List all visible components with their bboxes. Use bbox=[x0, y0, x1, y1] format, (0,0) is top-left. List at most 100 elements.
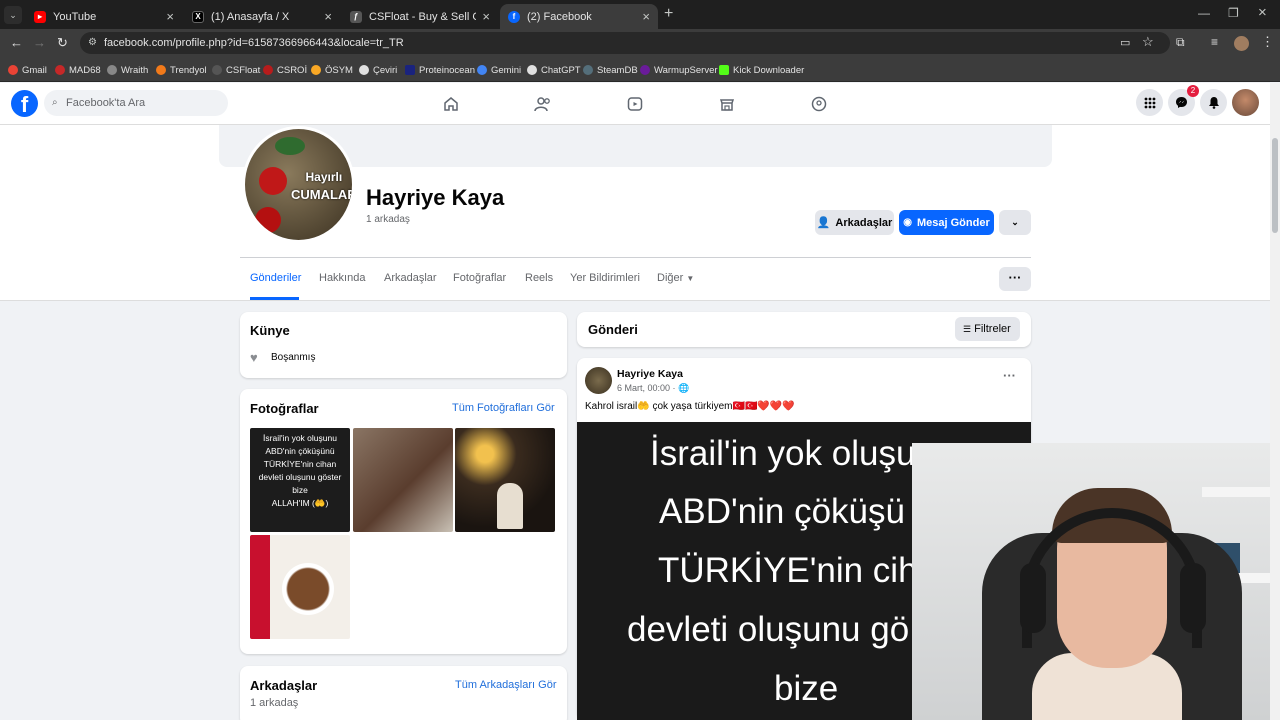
scrollbar-thumb[interactable] bbox=[1272, 138, 1278, 233]
marketplace-icon[interactable] bbox=[718, 95, 736, 113]
bookmark-gmail[interactable]: Gmail bbox=[8, 58, 47, 82]
bookmark-label: Gmail bbox=[22, 64, 47, 76]
profile-avatar-icon[interactable] bbox=[1234, 36, 1249, 51]
bookmark-chatgpt[interactable]: ChatGPT bbox=[527, 58, 581, 82]
reload-icon[interactable]: ↻ bbox=[57, 35, 68, 51]
see-all-friends-link[interactable]: Tüm Arkadaşları Gör bbox=[455, 679, 556, 691]
coffee-cup bbox=[282, 563, 334, 615]
post-author-avatar[interactable] bbox=[585, 367, 612, 394]
facebook-top-nav: f ⌕ Facebook'ta Ara 2 bbox=[0, 83, 1270, 125]
install-app-icon[interactable]: ▭ bbox=[1120, 36, 1130, 49]
caret-down-icon: ▼ bbox=[686, 274, 695, 283]
bookmark-mad68[interactable]: MAD68 bbox=[55, 58, 101, 82]
bookmark-trendyol[interactable]: Trendyol bbox=[156, 58, 207, 82]
tab-x[interactable]: X (1) Anasayfa / X × bbox=[184, 4, 340, 29]
chevron-down-icon: ⌄ bbox=[1011, 217, 1019, 227]
shelf-decoration bbox=[1202, 487, 1280, 497]
tab-posts[interactable]: Gönderiler bbox=[250, 272, 301, 284]
send-message-button[interactable]: ◉ Mesaj Gönder bbox=[899, 210, 994, 235]
bookmark-warmupserver[interactable]: WarmupServer bbox=[640, 58, 718, 82]
home-icon[interactable] bbox=[442, 95, 460, 113]
profile-more-button[interactable]: ··· bbox=[999, 267, 1031, 291]
bookmark-gemini[interactable]: Gemini bbox=[477, 58, 521, 82]
more-options-button[interactable]: ⌄ bbox=[999, 210, 1031, 235]
wraith-icon bbox=[107, 65, 117, 75]
menu-icon[interactable]: ⋮ bbox=[1261, 34, 1274, 50]
friends-icon[interactable] bbox=[534, 95, 552, 113]
tab-check-ins[interactable]: Yer Bildirimleri bbox=[570, 272, 640, 284]
leaf-decoration bbox=[275, 137, 305, 155]
profile-header: Hayırlı CUMALAR Hayriye Kaya 1 arkadaş 👤… bbox=[0, 125, 1270, 301]
facebook-logo-icon[interactable]: f bbox=[11, 90, 38, 117]
close-icon[interactable]: × bbox=[482, 9, 490, 24]
maximize-button[interactable]: ❐ bbox=[1228, 6, 1239, 20]
bookmark-kick-downloader[interactable]: Kick Downloader bbox=[719, 58, 804, 82]
extensions-icon[interactable]: ⧉ bbox=[1176, 35, 1185, 50]
page-scrollbar[interactable] bbox=[1270, 83, 1280, 720]
tab-search-button[interactable]: ⌄ bbox=[4, 6, 22, 24]
tab-youtube[interactable]: ▸ YouTube × bbox=[26, 4, 182, 29]
photos-card: Fotoğraflar Tüm Fotoğrafları Gör İsrail'… bbox=[240, 389, 567, 654]
bookmark-label: WarmupServer bbox=[654, 64, 718, 76]
bookmark-wraith[interactable]: Wraith bbox=[107, 58, 148, 82]
facebook-search-input[interactable]: ⌕ Facebook'ta Ara bbox=[44, 90, 228, 116]
url-field[interactable]: ⚙ facebook.com/profile.php?id=6158736696… bbox=[80, 32, 1170, 54]
site-info-icon[interactable]: ⚙ bbox=[88, 32, 97, 54]
close-icon[interactable]: × bbox=[324, 9, 332, 24]
figure-silhouette bbox=[497, 483, 523, 529]
post-author-name[interactable]: Hayriye Kaya bbox=[617, 368, 683, 380]
post-date[interactable]: 6 Mart, 00:00 bbox=[617, 383, 670, 393]
star-icon[interactable]: ☆ bbox=[1142, 34, 1154, 50]
intro-card: Künye ♥ Boşanmış bbox=[240, 312, 567, 378]
friends-button[interactable]: 👤 Arkadaşlar bbox=[815, 210, 894, 235]
watch-icon[interactable] bbox=[626, 95, 644, 113]
profile-friend-count[interactable]: 1 arkadaş bbox=[366, 214, 410, 225]
photo-thumbnail[interactable] bbox=[455, 428, 555, 532]
messenger-button[interactable]: 2 bbox=[1168, 85, 1199, 116]
new-tab-button[interactable]: + bbox=[664, 5, 673, 23]
rose-image bbox=[259, 167, 287, 195]
bookmark-label: Çeviri bbox=[373, 64, 398, 76]
bookmark-label: MAD68 bbox=[69, 64, 101, 76]
close-icon[interactable]: × bbox=[166, 9, 174, 24]
forward-icon[interactable]: → bbox=[33, 35, 46, 50]
photo-thumbnail[interactable] bbox=[353, 428, 453, 532]
tab-list-icon[interactable]: ≡ bbox=[1211, 35, 1218, 49]
groups-icon[interactable] bbox=[810, 95, 828, 113]
back-icon[interactable]: ← bbox=[10, 35, 23, 50]
tab-more[interactable]: Diğer ▼ bbox=[657, 272, 694, 284]
tab-reels[interactable]: Reels bbox=[525, 272, 553, 284]
intro-title: Künye bbox=[250, 323, 290, 338]
tab-friends[interactable]: Arkadaşlar bbox=[384, 272, 437, 284]
bookmark-osym[interactable]: ÖSYM bbox=[311, 58, 353, 82]
tab-facebook[interactable]: f (2) Facebook × bbox=[500, 4, 658, 29]
photo-thumbnail[interactable] bbox=[250, 535, 350, 639]
bookmark-csfloat[interactable]: CSFloat bbox=[212, 58, 260, 82]
close-window-button[interactable]: × bbox=[1258, 4, 1267, 21]
notifications-button[interactable] bbox=[1200, 89, 1227, 116]
messenger-icon bbox=[1176, 97, 1187, 108]
messenger-icon: ◉ bbox=[903, 217, 912, 228]
profile-picture[interactable]: Hayırlı CUMALAR bbox=[242, 126, 355, 243]
menu-grid-button[interactable] bbox=[1136, 89, 1163, 116]
bookmark-steamdb[interactable]: SteamDB bbox=[583, 58, 638, 82]
proteinocean-icon bbox=[405, 65, 415, 75]
bookmark-ceviri[interactable]: Çeviri bbox=[359, 58, 397, 82]
filters-button[interactable]: ☰ Filtreler bbox=[955, 317, 1020, 341]
account-avatar[interactable] bbox=[1232, 89, 1259, 116]
tab-csfloat[interactable]: ƒ CSFloat - Buy & Sell CS2 Skins × bbox=[342, 4, 498, 29]
bookmark-proteinocean[interactable]: Proteinocean bbox=[405, 58, 475, 82]
tab-about[interactable]: Hakkında bbox=[319, 272, 365, 284]
close-icon[interactable]: × bbox=[642, 9, 650, 24]
headphone-cup bbox=[1180, 563, 1206, 633]
tab-photos[interactable]: Fotoğraflar bbox=[453, 272, 506, 284]
photo-thumbnail[interactable]: İsrail'in yok oluşunu ABD'nin çöküşünü T… bbox=[250, 428, 350, 532]
post-options-icon[interactable]: ··· bbox=[1003, 368, 1016, 383]
photo-text-line: TÜRKİYE'nin cihan bbox=[263, 459, 337, 469]
bookmark-csroi[interactable]: CSROİ bbox=[263, 58, 307, 82]
posts-header-card: Gönderi ☰ Filtreler bbox=[577, 312, 1031, 347]
webcam-overlay bbox=[912, 443, 1280, 720]
minimize-button[interactable]: — bbox=[1198, 6, 1210, 20]
avatar-text-line: CUMALAR bbox=[291, 187, 355, 202]
see-all-photos-link[interactable]: Tüm Fotoğrafları Gör bbox=[452, 402, 555, 414]
